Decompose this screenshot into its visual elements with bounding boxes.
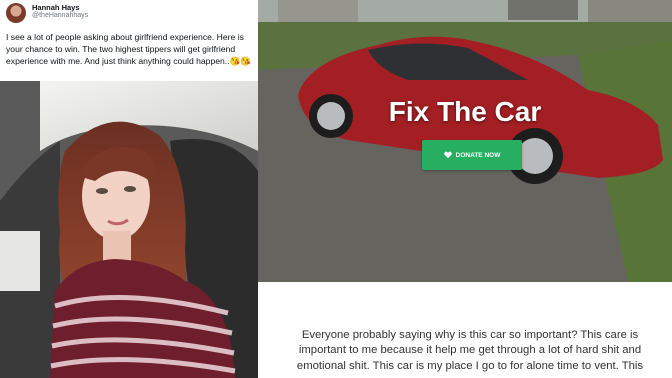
selfie-image — [0, 81, 258, 378]
author-name[interactable]: Hannah Hays — [32, 3, 80, 12]
tweet-card: Hannah Hays @theHannahhays I see a lot o… — [0, 0, 258, 378]
campaign-story: Everyone probably saying why is this car… — [296, 329, 644, 372]
donate-button[interactable]: DONATE NOW — [422, 140, 522, 170]
campaign-title: Fix The Car — [388, 96, 542, 127]
author-avatar[interactable] — [6, 3, 26, 23]
tweet-text: I see a lot of people asking about girlf… — [6, 31, 254, 68]
author-handle[interactable]: @theHannahhays — [32, 12, 88, 19]
donate-button-label: DONATE NOW — [455, 151, 501, 159]
tweet-body: I see a lot of people asking about girlf… — [6, 32, 244, 67]
hero-banner: Fix The Car DONATE NOW — [258, 0, 672, 282]
fundraiser-page: Fix The Car DONATE NOW Everyone probably… — [258, 0, 672, 378]
tweet-emojis: 😘😘 — [229, 56, 251, 67]
tweet-photo[interactable] — [0, 81, 258, 378]
heart-icon — [443, 151, 452, 159]
